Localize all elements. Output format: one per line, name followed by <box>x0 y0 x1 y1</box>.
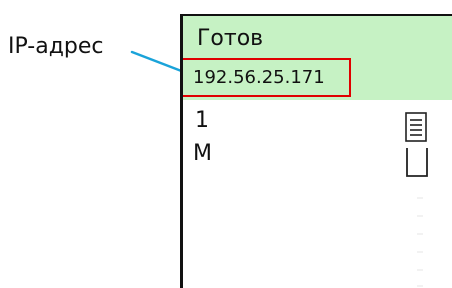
device-screen: Готов 192.56.25.171 1 M <box>180 14 452 288</box>
ip-address-callout-label: IP-адрес <box>8 34 104 59</box>
screen-line-two: M <box>193 141 212 166</box>
ip-address-highlight-box <box>183 58 351 97</box>
screen-line-one: 1 <box>195 108 209 133</box>
screenshot-stage: IP-адрес Готов 192.56.25.171 1 M <box>0 0 452 288</box>
checkbox-icon[interactable] <box>405 146 429 178</box>
faint-scroll-marks <box>417 197 423 287</box>
status-text: Готов <box>197 26 264 51</box>
list-icon[interactable] <box>405 112 427 142</box>
